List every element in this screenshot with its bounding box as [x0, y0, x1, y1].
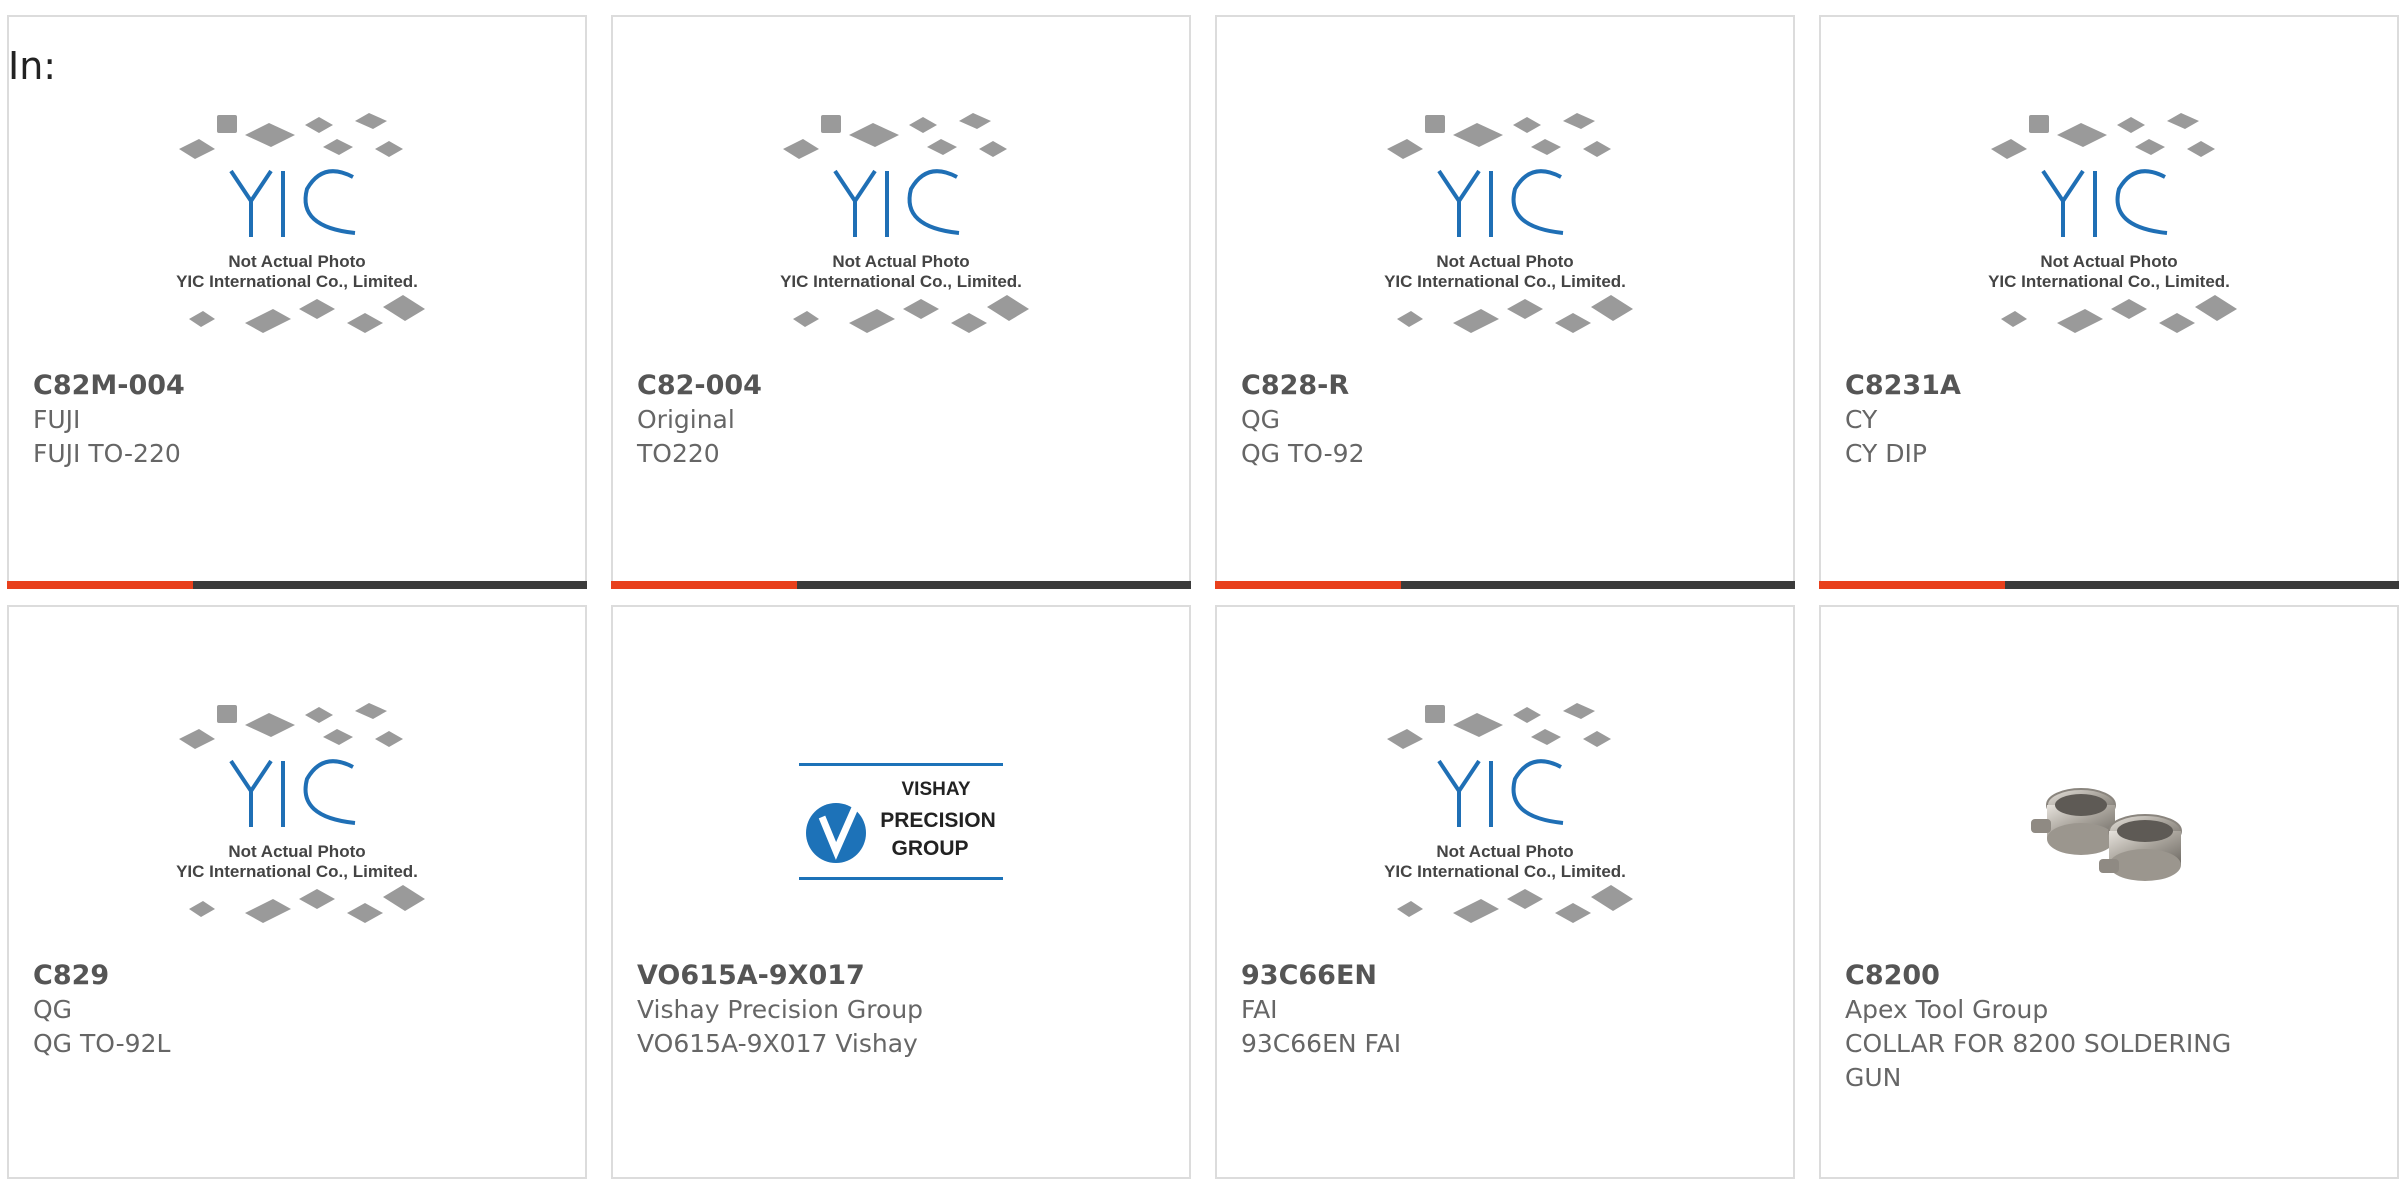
product-card[interactable]: Not Actual Photo YIC International Co., … [611, 15, 1191, 589]
product-image[interactable]: Not Actual Photo YIC International Co., … [1217, 97, 1793, 367]
product-card[interactable]: C8200 Apex Tool Group COLLAR FOR 8200 SO… [1819, 605, 2399, 1179]
yic-placeholder-icon: Not Actual Photo YIC International Co., … [1988, 113, 2237, 333]
progress-accent [1819, 581, 2005, 589]
svg-text:Not Actual Photo: Not Actual Photo [832, 252, 969, 271]
product-card[interactable]: Not Actual Photo YIC International Co., … [1819, 15, 2399, 589]
svg-text:YIC International Co., Limited: YIC International Co., Limited. [176, 272, 418, 291]
product-image[interactable]: Not Actual Photo YIC International Co., … [613, 97, 1189, 367]
part-number[interactable]: C8231A [1845, 369, 2295, 403]
progress-accent [1215, 581, 1401, 589]
brand-name: FUJI [33, 405, 81, 434]
svg-text:YIC International Co., Limited: YIC International Co., Limited. [780, 272, 1022, 291]
product-image[interactable]: VISHAY PRECISION GROUP [613, 687, 1189, 957]
product-image[interactable]: Not Actual Photo YIC International Co., … [1821, 97, 2397, 367]
svg-text:Not Actual Photo: Not Actual Photo [228, 842, 365, 861]
part-number[interactable]: C82-004 [637, 369, 1087, 403]
part-number[interactable]: C8200 [1845, 959, 2295, 993]
svg-text:Not Actual Photo: Not Actual Photo [228, 252, 365, 271]
svg-text:GROUP: GROUP [891, 837, 968, 860]
product-description: VO615A-9X017 Vishay [637, 1029, 918, 1058]
part-number[interactable]: VO615A-9X017 [637, 959, 1087, 993]
brand-name: Apex Tool Group [1845, 995, 2049, 1024]
product-description: TO220 [637, 439, 720, 468]
brand-name: QG [1241, 405, 1281, 434]
svg-text:Not Actual Photo: Not Actual Photo [1436, 252, 1573, 271]
product-description: 93C66EN FAI [1241, 1029, 1402, 1058]
yic-placeholder-icon: Not Actual Photo YIC International Co., … [780, 113, 1029, 333]
product-description: COLLAR FOR 8200 SOLDERING GUN [1845, 1029, 2232, 1092]
solder-collar-photo [2031, 788, 2182, 881]
yic-placeholder-icon: Not Actual Photo YIC International Co., … [1384, 113, 1633, 333]
progress-accent [611, 581, 797, 589]
svg-text:YIC International Co., Limited: YIC International Co., Limited. [176, 862, 418, 881]
yic-placeholder-icon: Not Actual Photo YIC International Co., … [176, 113, 425, 333]
progress-accent [7, 581, 193, 589]
svg-text:Not Actual Photo: Not Actual Photo [2040, 252, 2177, 271]
brand-name: QG [33, 995, 73, 1024]
product-image[interactable]: Not Actual Photo YIC International Co., … [1217, 687, 1793, 957]
part-number[interactable]: C828-R [1241, 369, 1691, 403]
vishay-precision-logo: VISHAY PRECISION GROUP [799, 763, 1003, 880]
product-card[interactable]: VISHAY PRECISION GROUP VO615A-9X017 Vish… [611, 605, 1191, 1179]
in-label: In: [8, 44, 57, 88]
yic-placeholder-icon: Not Actual Photo YIC International Co., … [1384, 703, 1633, 923]
brand-name: Vishay Precision Group [637, 995, 924, 1024]
brand-name: Original [637, 405, 735, 434]
part-number[interactable]: 93C66EN [1241, 959, 1691, 993]
progress-bar [7, 581, 587, 589]
product-card[interactable]: Not Actual Photo YIC International Co., … [1215, 15, 1795, 589]
svg-text:Not Actual Photo: Not Actual Photo [1436, 842, 1573, 861]
progress-bar [611, 581, 1191, 589]
brand-name: FAI [1241, 995, 1278, 1024]
svg-text:VISHAY: VISHAY [902, 779, 971, 800]
product-card[interactable]: Not Actual Photo YIC International Co., … [7, 605, 587, 1179]
product-description: QG TO-92 [1241, 439, 1365, 468]
product-card[interactable]: Not Actual Photo YIC International Co., … [7, 15, 587, 589]
svg-text:PRECISION: PRECISION [880, 809, 996, 832]
product-description: CY DIP [1845, 439, 1927, 468]
product-image[interactable] [1821, 687, 2397, 957]
part-number[interactable]: C82M-004 [33, 369, 483, 403]
product-description: QG TO-92L [33, 1029, 171, 1058]
svg-text:YIC International Co., Limited: YIC International Co., Limited. [1384, 862, 1626, 881]
product-card[interactable]: Not Actual Photo YIC International Co., … [1215, 605, 1795, 1179]
product-image[interactable]: Not Actual Photo YIC International Co., … [9, 97, 585, 367]
progress-bar [1819, 581, 2399, 589]
brand-name: CY [1845, 405, 1878, 434]
svg-text:YIC International Co., Limited: YIC International Co., Limited. [1384, 272, 1626, 291]
yic-placeholder-icon: Not Actual Photo YIC International Co., … [176, 703, 425, 923]
part-number[interactable]: C829 [33, 959, 483, 993]
progress-bar [1215, 581, 1795, 589]
product-description: FUJI TO-220 [33, 439, 181, 468]
svg-text:YIC International Co., Limited: YIC International Co., Limited. [1988, 272, 2230, 291]
product-image[interactable]: Not Actual Photo YIC International Co., … [9, 687, 585, 957]
